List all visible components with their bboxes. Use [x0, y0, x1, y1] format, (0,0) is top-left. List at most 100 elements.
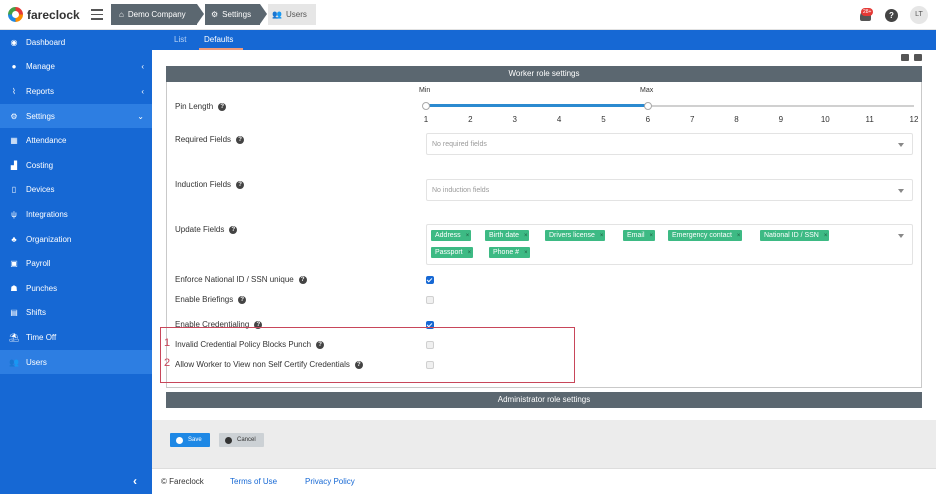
help-icon[interactable]: ?: [885, 8, 898, 22]
sidebar-item-dashboard[interactable]: ◉ Dashboard: [0, 30, 152, 54]
sidebar-item-label: Devices: [26, 184, 55, 194]
chip-label: Email: [627, 232, 645, 239]
worker-role-settings-header[interactable]: Worker role settings: [166, 66, 922, 82]
induction-fields-select[interactable]: No induction fields: [426, 179, 913, 201]
breadcrumb-label: Users: [285, 10, 307, 19]
chip-remove-icon[interactable]: ×: [468, 248, 472, 259]
breadcrumb-separator: [260, 4, 267, 24]
pin-length-label: Pin Length?: [175, 102, 227, 111]
sidebar-item-users[interactable]: 👥 Users: [0, 350, 152, 374]
sidebar-collapse-icon[interactable]: ‹: [133, 474, 137, 488]
help-icon[interactable]: ?: [236, 135, 245, 144]
costing-icon: ▟: [10, 160, 18, 170]
check-circle-icon: [176, 436, 183, 444]
card-view-icon[interactable]: [914, 54, 922, 61]
slider-tick-label: 6: [645, 115, 651, 124]
save-button[interactable]: Save: [170, 433, 210, 447]
fareclock-logo-icon: [8, 7, 23, 22]
cancel-button[interactable]: Cancel: [219, 433, 264, 447]
annotation-number: 2: [164, 357, 171, 369]
notification-button[interactable]: 28+: [859, 8, 874, 22]
help-icon[interactable]: ?: [218, 102, 227, 111]
hamburger-menu-icon[interactable]: [91, 9, 103, 20]
section-frame: [921, 82, 922, 388]
tab-list[interactable]: List: [174, 35, 186, 44]
slider-min-label: Min: [419, 87, 431, 94]
sidebar-item-label: Shifts: [26, 307, 47, 317]
sidebar-item-label: Organization: [26, 234, 72, 244]
chevron-down-icon: [898, 234, 904, 238]
sidebar-item-reports[interactable]: ⌇ Reports ‹: [0, 79, 152, 103]
privacy-link[interactable]: Privacy Policy: [305, 477, 355, 486]
sidebar-item-label: Reports: [26, 86, 55, 96]
sidebar-item-time-off[interactable]: ⛱ Time Off: [0, 325, 152, 349]
annotation-number: 1: [164, 337, 171, 349]
home-icon: ⌂: [119, 10, 124, 19]
help-icon[interactable]: ?: [236, 180, 245, 189]
sidebar-item-label: Integrations: [26, 209, 68, 219]
footer: © Fareclock Terms of Use Privacy Policy: [152, 468, 936, 494]
copyright: © Fareclock: [161, 477, 204, 486]
terms-link[interactable]: Terms of Use: [230, 477, 277, 486]
chip-remove-icon[interactable]: ×: [600, 231, 604, 242]
enable-briefings-checkbox[interactable]: [426, 296, 434, 304]
breadcrumb-company[interactable]: ⌂ Demo Company: [111, 4, 197, 25]
sidebar-item-shifts[interactable]: ▤ Shifts: [0, 300, 152, 324]
slider-max-label: Max: [640, 87, 654, 94]
row-label-text: Induction Fields: [175, 180, 232, 189]
required-fields-select[interactable]: No required fields: [426, 133, 913, 155]
pin-length-min-handle[interactable]: [422, 102, 430, 110]
sidebar-item-integrations[interactable]: ψ Integrations: [0, 202, 152, 226]
button-label: Save: [188, 437, 202, 443]
chip-label: Passport: [435, 249, 463, 256]
sidebar-item-punches[interactable]: ☗ Punches: [0, 276, 152, 300]
sidebar-item-label: Time Off: [26, 332, 57, 342]
enforce-ssn-unique-checkbox[interactable]: [426, 276, 434, 284]
annotation-highlight-box: [160, 327, 575, 383]
users-icon: 👥: [9, 357, 19, 367]
enforce-ssn-unique-label: Enforce National ID / SSN unique?: [175, 275, 307, 284]
select-placeholder: No required fields: [432, 141, 487, 148]
tab-strip: List Defaults: [152, 30, 936, 50]
chip-remove-icon[interactable]: ×: [524, 248, 528, 259]
row-label-text: Pin Length: [175, 102, 214, 111]
timeoff-icon: ⛱: [9, 332, 20, 342]
dashboard-icon: ◉: [10, 37, 18, 47]
breadcrumb-label: Demo Company: [127, 10, 186, 19]
sidebar-item-devices[interactable]: ▯ Devices: [0, 177, 152, 201]
avatar[interactable]: LT: [910, 6, 928, 24]
update-fields-label: Update Fields?: [175, 225, 238, 234]
sidebar-item-label: Costing: [26, 160, 54, 170]
sidebar-item-costing[interactable]: ▟ Costing: [0, 153, 152, 177]
fullscreen-icon[interactable]: [901, 54, 909, 61]
help-icon[interactable]: ?: [298, 275, 307, 284]
sidebar-item-label: Manage: [26, 61, 55, 71]
help-icon[interactable]: ?: [238, 295, 247, 304]
induction-fields-label: Induction Fields?: [175, 180, 245, 189]
administrator-role-settings-header[interactable]: Administrator role settings: [166, 392, 922, 408]
sidebar-item-settings[interactable]: ⚙ Settings ⌄: [0, 104, 152, 128]
chip-label: Drivers license: [549, 232, 595, 239]
sidebar-item-manage[interactable]: ● Manage ‹: [0, 54, 152, 78]
tab-defaults[interactable]: Defaults: [204, 35, 233, 44]
pin-length-max-handle[interactable]: [643, 102, 652, 110]
update-field-chip: Emergency contact ×: [668, 230, 743, 242]
chip-remove-icon[interactable]: ×: [737, 231, 741, 242]
brand[interactable]: fareclock: [8, 7, 80, 22]
chip-remove-icon[interactable]: ×: [824, 231, 828, 242]
row-label-text: Update Fields: [175, 225, 225, 234]
breadcrumb-settings[interactable]: ⚙ Settings: [205, 4, 260, 25]
users-icon: 👥: [272, 10, 282, 19]
section-frame: [166, 387, 922, 388]
sidebar-item-label: Users: [26, 357, 47, 367]
sidebar-item-label: Settings: [26, 111, 55, 121]
chip-remove-icon[interactable]: ×: [524, 231, 528, 242]
update-field-chip: Birth date ×: [485, 230, 530, 242]
sidebar-item-payroll[interactable]: ▣ Payroll: [0, 251, 152, 275]
help-icon[interactable]: ?: [229, 225, 238, 234]
required-fields-label: Required Fields?: [175, 135, 245, 144]
chip-remove-icon[interactable]: ×: [466, 231, 470, 242]
sidebar-item-attendance[interactable]: ▦ Attendance: [0, 128, 152, 152]
sidebar-item-organization[interactable]: ♣ Organization: [0, 227, 152, 251]
chip-remove-icon[interactable]: ×: [650, 231, 654, 242]
